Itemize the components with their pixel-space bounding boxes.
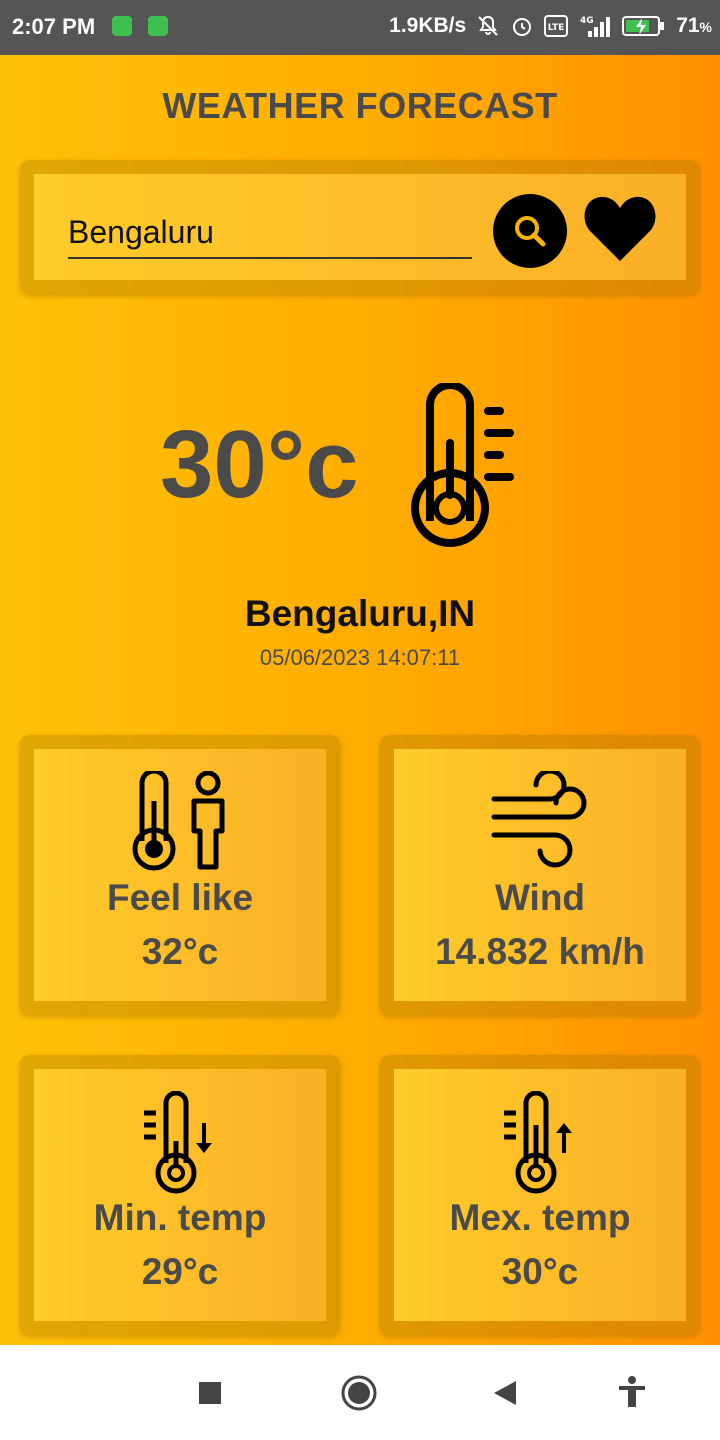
search-input[interactable] — [68, 207, 472, 259]
search-icon — [515, 216, 546, 247]
location-name: Bengaluru,IN — [244, 593, 476, 634]
tile-value: 29°c — [141, 1251, 219, 1292]
svg-text:LTE: LTE — [548, 23, 565, 33]
search-button[interactable] — [493, 194, 567, 268]
status-indicators: 1.9KB/s LTE 4G 71% — [389, 14, 712, 38]
last-updated-datetime: 05/06/2023 14:07:11 — [259, 645, 461, 670]
recents-square-icon[interactable] — [198, 1381, 222, 1405]
svg-text:4G: 4G — [580, 16, 594, 26]
battery-charging-icon — [622, 16, 665, 36]
tile-max-temp: Mex. temp 30°c — [380, 1055, 700, 1335]
system-nav-bar — [0, 1345, 720, 1440]
home-circle-icon[interactable] — [340, 1374, 378, 1412]
notification-app-icon — [148, 16, 168, 36]
network-speed: 1.9KB/s — [389, 14, 467, 37]
tile-label: Min. temp — [93, 1197, 267, 1238]
status-time: 2:07 PM — [12, 14, 96, 39]
volte-icon: LTE — [544, 15, 569, 37]
feels-like-icon — [132, 771, 225, 871]
thermometer-down-icon — [144, 1091, 212, 1194]
status-bar: 2:07 PM 1.9KB/s LTE 4G 71% — [0, 0, 720, 55]
tile-min-temp: Min. temp 29°c — [20, 1055, 340, 1335]
tile-feels-like: Feel like 32°c — [20, 735, 340, 1015]
thermometer-icon — [411, 383, 514, 547]
tile-value: 32°c — [141, 931, 219, 972]
heart-icon — [584, 196, 656, 261]
signal-icon: 4G — [580, 16, 611, 37]
tile-label: Wind — [494, 877, 586, 918]
notification-app-icon — [112, 16, 132, 36]
tile-value: 30°c — [501, 1251, 579, 1292]
battery-level: 71% — [676, 14, 712, 37]
back-triangle-icon[interactable] — [492, 1379, 518, 1407]
weather-app: WEATHER FORECAST 30°c Bengaluru,IN 05/06… — [0, 55, 720, 1345]
accessibility-icon[interactable] — [616, 1375, 648, 1409]
app-title: WEATHER FORECAST — [162, 85, 558, 126]
current-temperature: 30°c — [160, 411, 359, 518]
wind-icon — [491, 771, 587, 868]
tile-label: Feel like — [106, 877, 254, 918]
tile-value: 14.832 km/h — [435, 931, 645, 972]
mute-icon — [478, 15, 498, 36]
tile-wind: Wind 14.832 km/h — [380, 735, 700, 1015]
favorite-button[interactable] — [582, 193, 658, 263]
tile-label: Mex. temp — [449, 1197, 631, 1238]
alarm-icon — [513, 18, 532, 36]
thermometer-up-icon — [504, 1091, 572, 1194]
